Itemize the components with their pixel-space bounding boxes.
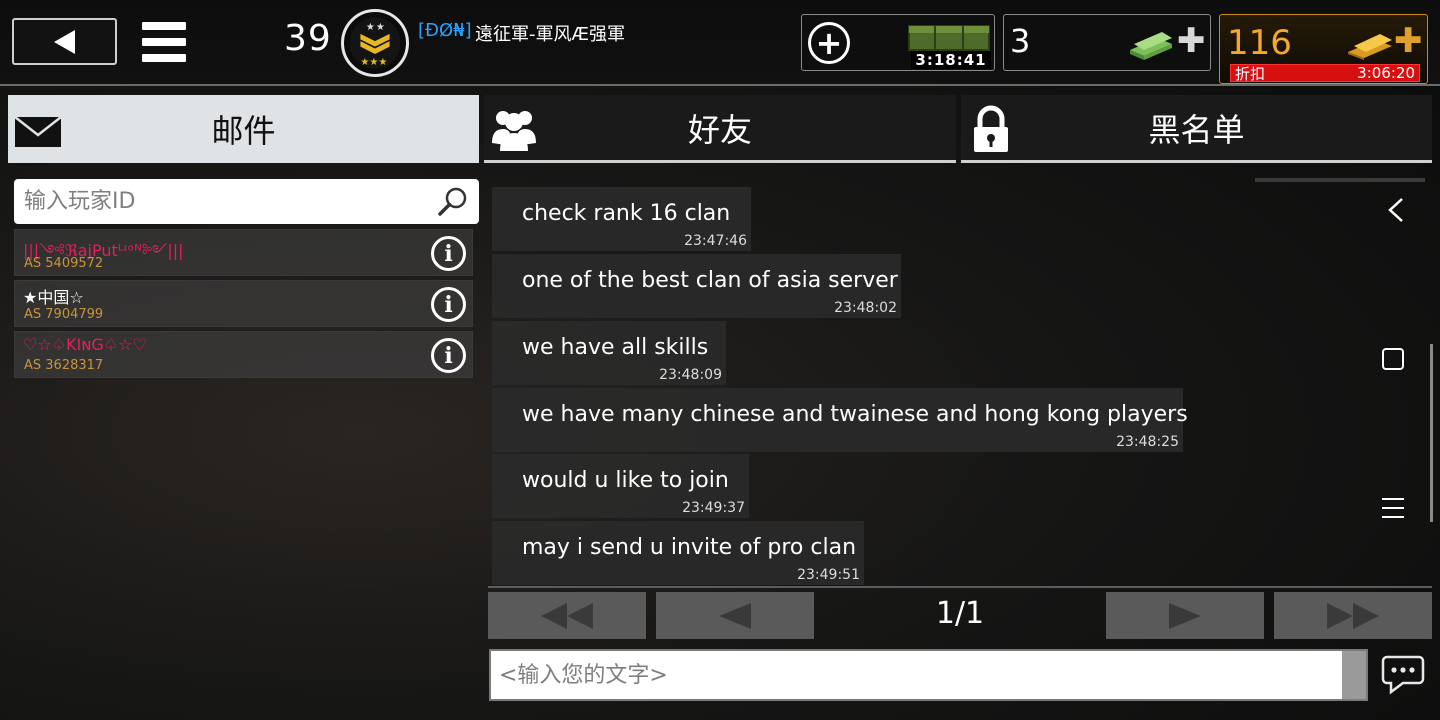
cash-count: 3 (1010, 22, 1031, 60)
tab-label: 邮件 (211, 112, 276, 150)
player-search-box[interactable] (14, 179, 479, 224)
player-list-name: ♡☆♤KIɴG♤☆♡ (23, 335, 147, 354)
add-gold-icon[interactable]: ✚ (1394, 24, 1423, 58)
tab-label: 黑名单 (1148, 110, 1245, 149)
last-page-button[interactable] (1274, 592, 1432, 639)
player-list-item[interactable]: ♡☆♤KIɴG♤☆♡ AS 3628317 i (14, 331, 473, 378)
chat-message-time: 23:48:02 (834, 300, 897, 316)
friends-icon (492, 111, 536, 151)
clan-tag: [ĐØ₦] (418, 20, 472, 41)
page-indicator: 1/1 (935, 596, 985, 631)
previous-page-button[interactable] (656, 592, 814, 639)
first-page-button[interactable] (488, 592, 646, 639)
double-arrow-left-icon (541, 602, 593, 629)
message-compose-box[interactable] (489, 649, 1368, 701)
chat-message-text: check rank 16 clan (522, 201, 731, 226)
chevron-left-icon[interactable] (1384, 196, 1408, 224)
side-menu-icon[interactable] (1382, 498, 1404, 518)
back-arrow-icon (53, 29, 75, 54)
player-level: 39 (284, 18, 332, 59)
chat-message-time: 23:47:46 (684, 233, 747, 249)
chat-message-text: we have many chinese and twainese and ho… (522, 402, 1188, 427)
chat-bubble-send-icon[interactable] (1381, 653, 1425, 695)
hamburger-icon-line (142, 22, 186, 30)
double-arrow-right-icon (1327, 602, 1379, 629)
message-input[interactable] (491, 651, 1344, 699)
chat-message: would u like to join 23:49:37 (492, 454, 749, 518)
player-list-id: AS 3628317 (24, 358, 104, 373)
discount-timer: 3:06:20 (1357, 64, 1415, 82)
chat-message: one of the best clan of asia server 23:4… (492, 254, 901, 318)
info-icon[interactable]: i (431, 236, 466, 271)
main-menu-button[interactable] (142, 22, 186, 62)
search-icon[interactable] (437, 186, 469, 218)
add-crate-icon[interactable]: + (808, 22, 850, 64)
rank-badge-icon[interactable]: ★ ★ ★★★ (341, 9, 409, 77)
crate-timer: 3:18:41 (911, 51, 991, 69)
square-icon[interactable] (1382, 348, 1404, 370)
info-icon[interactable]: i (431, 287, 466, 322)
tab-mail[interactable]: 邮件 (8, 95, 479, 163)
gold-count: 116 (1227, 23, 1292, 63)
compose-scrollbar (1342, 651, 1366, 699)
back-button[interactable] (12, 18, 117, 65)
chat-message-time: 23:49:37 (682, 500, 745, 516)
crate-icon (908, 25, 990, 51)
chat-scrollbar[interactable] (1430, 344, 1433, 522)
cash-icon (1130, 32, 1172, 60)
player-list-id: AS 7904799 (24, 307, 104, 322)
info-icon[interactable]: i (431, 338, 466, 373)
chat-message: we have many chinese and twainese and ho… (492, 388, 1188, 452)
chat-message-time: 23:48:09 (659, 367, 722, 383)
arrow-right-icon (1169, 602, 1201, 629)
chat-message-text: we have all skills (522, 335, 709, 360)
svg-text:★: ★ (366, 22, 375, 33)
chat-message-time: 23:49:51 (797, 567, 860, 583)
message-thread[interactable]: check rank 16 clan 23:47:46 one of the b… (488, 178, 1432, 588)
hamburger-icon-line (142, 38, 186, 46)
hamburger-icon-line (142, 54, 186, 62)
tab-label: 好友 (687, 110, 752, 149)
chat-message-time: 23:48:25 (1116, 434, 1179, 450)
previous-message-edge (1255, 178, 1425, 182)
chat-message-text: would u like to join (522, 468, 729, 493)
player-list-name: ★中国☆ (23, 288, 84, 307)
chat-message-text: may i send u invite of pro clan (522, 535, 857, 560)
next-page-button[interactable] (1106, 592, 1264, 639)
player-name: 遠征軍-軍风Æ强軍 (475, 24, 626, 45)
svg-text:★★★: ★★★ (360, 57, 387, 68)
arrow-left-icon (719, 602, 751, 629)
lock-icon (974, 105, 1008, 152)
svg-text:★: ★ (376, 22, 385, 33)
player-id-search-input[interactable] (14, 179, 424, 224)
tab-friends[interactable]: 好友 (484, 95, 956, 163)
chat-message-text: one of the best clan of asia server (522, 268, 898, 293)
gold-bar-icon (1348, 34, 1392, 60)
chat-message: we have all skills 23:48:09 (492, 321, 726, 385)
player-list-item[interactable]: |||༺ℜajPutᴸᶦᵒᴺ༻||| AS 5409572 i (14, 229, 473, 276)
player-list-item[interactable]: ★中国☆ AS 7904799 i (14, 280, 473, 327)
discount-bar[interactable]: 折扣 3:06:20 (1230, 64, 1420, 83)
envelope-icon (14, 116, 62, 147)
chat-message: may i send u invite of pro clan 23:49:51 (492, 521, 864, 585)
discount-label: 折扣 (1235, 64, 1266, 83)
add-cash-icon[interactable]: ✚ (1177, 24, 1206, 58)
player-list-id: AS 5409572 (24, 256, 104, 271)
tab-blacklist[interactable]: 黑名单 (961, 95, 1432, 163)
chat-message: check rank 16 clan 23:47:46 (492, 187, 751, 251)
